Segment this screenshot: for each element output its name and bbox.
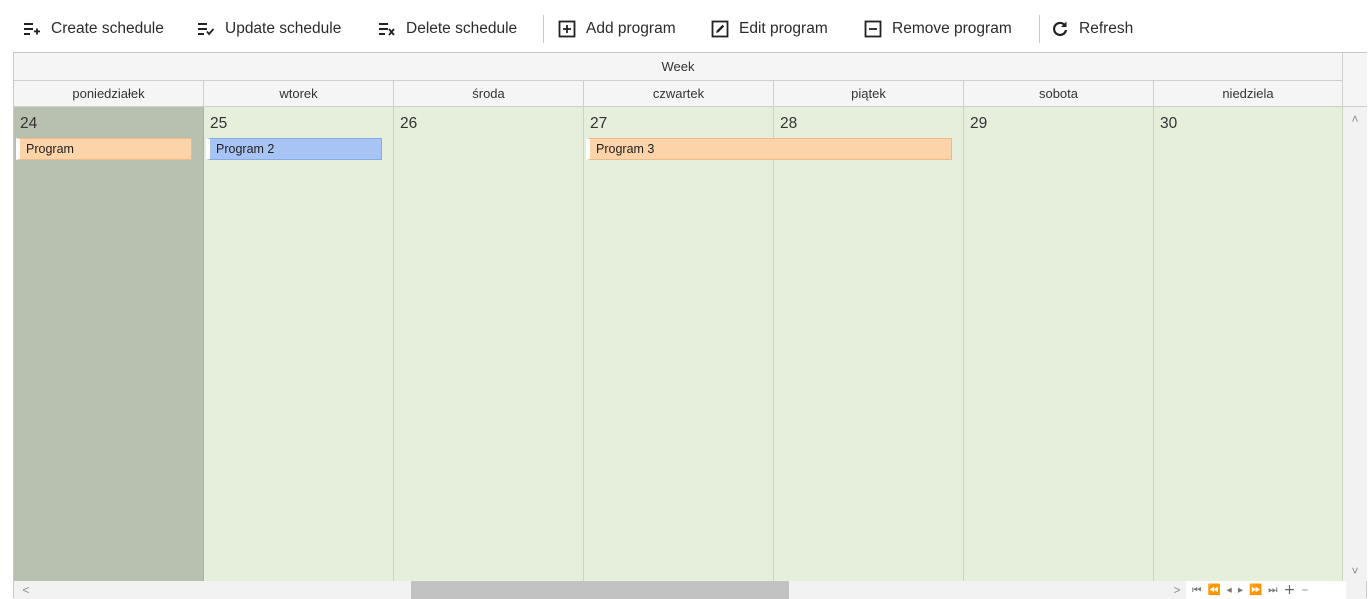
day-number: 30 xyxy=(1160,115,1178,132)
delete-schedule-label: Delete schedule xyxy=(406,20,518,37)
fast-forward-icon[interactable]: ⏩ xyxy=(1249,581,1262,599)
edit-program-label: Edit program xyxy=(739,20,828,37)
day-number: 29 xyxy=(970,115,988,132)
remove-program-label: Remove program xyxy=(892,20,1012,37)
create-schedule-label: Create schedule xyxy=(51,20,164,37)
appointment-label: Program xyxy=(26,142,74,156)
day-header-friday: piątek xyxy=(774,81,964,107)
day-cell-tuesday[interactable]: 25 xyxy=(204,107,394,581)
day-header-row: poniedziałek wtorek środa czwartek piąte… xyxy=(14,81,1343,107)
update-schedule-label: Update schedule xyxy=(225,20,342,37)
edit-box-icon xyxy=(710,19,730,39)
toolbar-separator xyxy=(1039,15,1040,43)
delete-schedule-button[interactable]: Delete schedule xyxy=(377,16,517,42)
add-program-button[interactable]: Add program xyxy=(557,16,676,42)
zoom-in-icon[interactable]: + xyxy=(1284,581,1296,599)
refresh-button[interactable]: Refresh xyxy=(1050,16,1133,42)
appointment-program-2[interactable]: Program 2 xyxy=(206,138,382,160)
scroll-down-icon[interactable]: ˅ xyxy=(1343,561,1367,581)
prev-icon[interactable]: ◂ xyxy=(1227,581,1232,599)
day-cell-monday[interactable]: 24 xyxy=(14,107,204,581)
horizontal-scrollbar[interactable]: < > ⏮ ⏪ ◂ ▸ ⏩ ⏭ + – xyxy=(14,581,1366,599)
add-box-icon xyxy=(557,19,577,39)
scroll-up-icon[interactable]: ˄ xyxy=(1343,109,1367,129)
list-delete-icon xyxy=(377,19,397,39)
day-number: 25 xyxy=(210,115,228,132)
day-header-wednesday: środa xyxy=(394,81,584,107)
remove-program-button[interactable]: Remove program xyxy=(863,16,1012,42)
create-schedule-button[interactable]: Create schedule xyxy=(22,16,164,42)
remove-box-icon xyxy=(863,19,883,39)
last-page-icon[interactable]: ⏭ xyxy=(1268,581,1277,599)
fast-back-icon[interactable]: ⏪ xyxy=(1207,581,1220,599)
navigation-controls: ⏮ ⏪ ◂ ▸ ⏩ ⏭ + – xyxy=(1186,581,1346,599)
vertical-scrollbar[interactable]: ˄ ˅ xyxy=(1343,107,1367,581)
day-cell-saturday[interactable]: 29 xyxy=(964,107,1154,581)
header-corner xyxy=(1343,53,1367,107)
list-check-icon xyxy=(196,19,216,39)
appointment-label: Program 2 xyxy=(216,142,275,156)
zoom-out-icon[interactable]: – xyxy=(1301,581,1308,599)
day-header-sunday: niedziela xyxy=(1154,81,1343,107)
refresh-label: Refresh xyxy=(1079,20,1134,37)
day-number: 27 xyxy=(590,115,608,132)
day-header-saturday: sobota xyxy=(964,81,1154,107)
appointment-program-3[interactable]: Program 3 xyxy=(586,138,952,160)
list-add-icon xyxy=(22,19,42,39)
day-header-thursday: czwartek xyxy=(584,81,774,107)
day-header-monday: poniedziałek xyxy=(14,81,204,107)
scheduler: Week poniedziałek wtorek środa czwartek … xyxy=(13,52,1367,599)
toolbar-separator xyxy=(543,15,544,43)
edit-program-button[interactable]: Edit program xyxy=(710,16,828,42)
day-header-tuesday: wtorek xyxy=(204,81,394,107)
appointment-program[interactable]: Program xyxy=(16,138,192,160)
first-page-icon[interactable]: ⏮ xyxy=(1192,581,1201,599)
day-cell-wednesday[interactable]: 26 xyxy=(394,107,584,581)
scroll-left-icon[interactable]: < xyxy=(18,581,34,599)
appointment-label: Program 3 xyxy=(596,142,655,156)
next-icon[interactable]: ▸ xyxy=(1238,581,1243,599)
day-cell-thursday[interactable]: 27 xyxy=(584,107,774,581)
refresh-icon xyxy=(1050,19,1070,39)
day-cell-sunday[interactable]: 30 xyxy=(1154,107,1343,581)
add-program-label: Add program xyxy=(586,20,676,37)
day-number: 24 xyxy=(20,115,38,132)
scroll-right-icon[interactable]: > xyxy=(1169,581,1185,599)
update-schedule-button[interactable]: Update schedule xyxy=(196,16,341,42)
week-header: Week xyxy=(14,53,1343,81)
day-number: 28 xyxy=(780,115,798,132)
day-cell-friday[interactable]: 28 xyxy=(774,107,964,581)
day-number: 26 xyxy=(400,115,418,132)
toolbar: Create schedule Update schedule Delete s… xyxy=(0,0,1368,52)
scrollbar-thumb[interactable] xyxy=(411,581,789,599)
